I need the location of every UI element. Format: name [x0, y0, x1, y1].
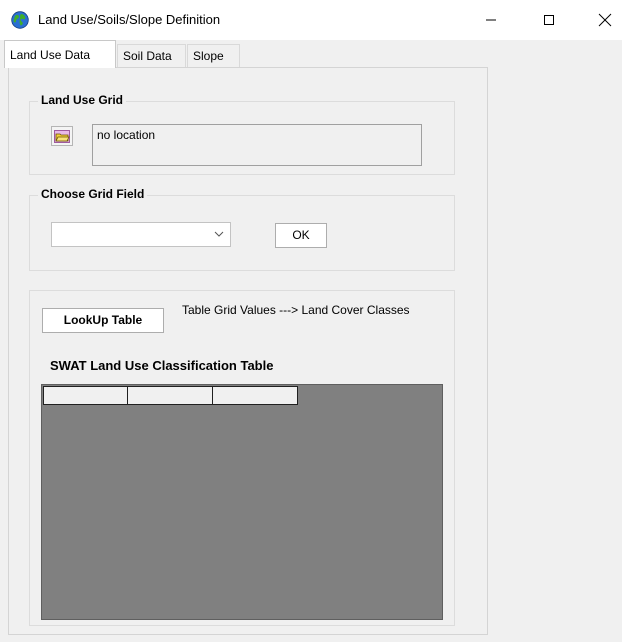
globe-icon	[11, 11, 29, 29]
close-icon	[598, 13, 612, 27]
tab-slope[interactable]: Slope	[187, 44, 240, 67]
minimize-button[interactable]	[468, 0, 514, 40]
ok-button[interactable]: OK	[275, 223, 327, 248]
lookup-table-button[interactable]: LookUp Table	[42, 308, 164, 333]
maximize-button[interactable]	[526, 0, 572, 40]
land-use-grid-group: Land Use Grid no location	[29, 93, 455, 175]
choose-grid-field-label: Choose Grid Field	[38, 187, 148, 201]
open-folder-icon	[54, 129, 70, 143]
tab-soil-data[interactable]: Soil Data	[117, 44, 186, 67]
location-display: no location	[92, 124, 422, 166]
maximize-icon	[544, 15, 554, 25]
classification-table[interactable]	[41, 384, 443, 620]
lookup-group: LookUp Table Table Grid Values ---> Land…	[29, 290, 455, 626]
table-header-cell[interactable]	[43, 386, 128, 405]
land-use-grid-label: Land Use Grid	[38, 93, 127, 107]
chevron-down-icon	[214, 231, 224, 237]
minimize-icon	[486, 19, 496, 21]
classification-table-title: SWAT Land Use Classification Table	[50, 358, 274, 373]
close-button[interactable]	[582, 0, 622, 40]
table-header-row	[43, 386, 298, 405]
lookup-description: Table Grid Values ---> Land Cover Classe…	[182, 303, 410, 317]
title-bar: Land Use/Soils/Slope Definition	[0, 0, 622, 40]
land-use-panel: Land Use Grid no location Choose Grid Fi…	[8, 67, 488, 635]
grid-field-select[interactable]	[51, 222, 231, 247]
table-header-cell[interactable]	[128, 386, 213, 405]
tab-land-use-data[interactable]: Land Use Data	[4, 40, 116, 68]
table-header-cell[interactable]	[213, 386, 298, 405]
open-folder-button[interactable]	[51, 126, 73, 146]
window-title: Land Use/Soils/Slope Definition	[38, 12, 221, 27]
choose-grid-field-group: Choose Grid Field OK	[29, 187, 455, 271]
